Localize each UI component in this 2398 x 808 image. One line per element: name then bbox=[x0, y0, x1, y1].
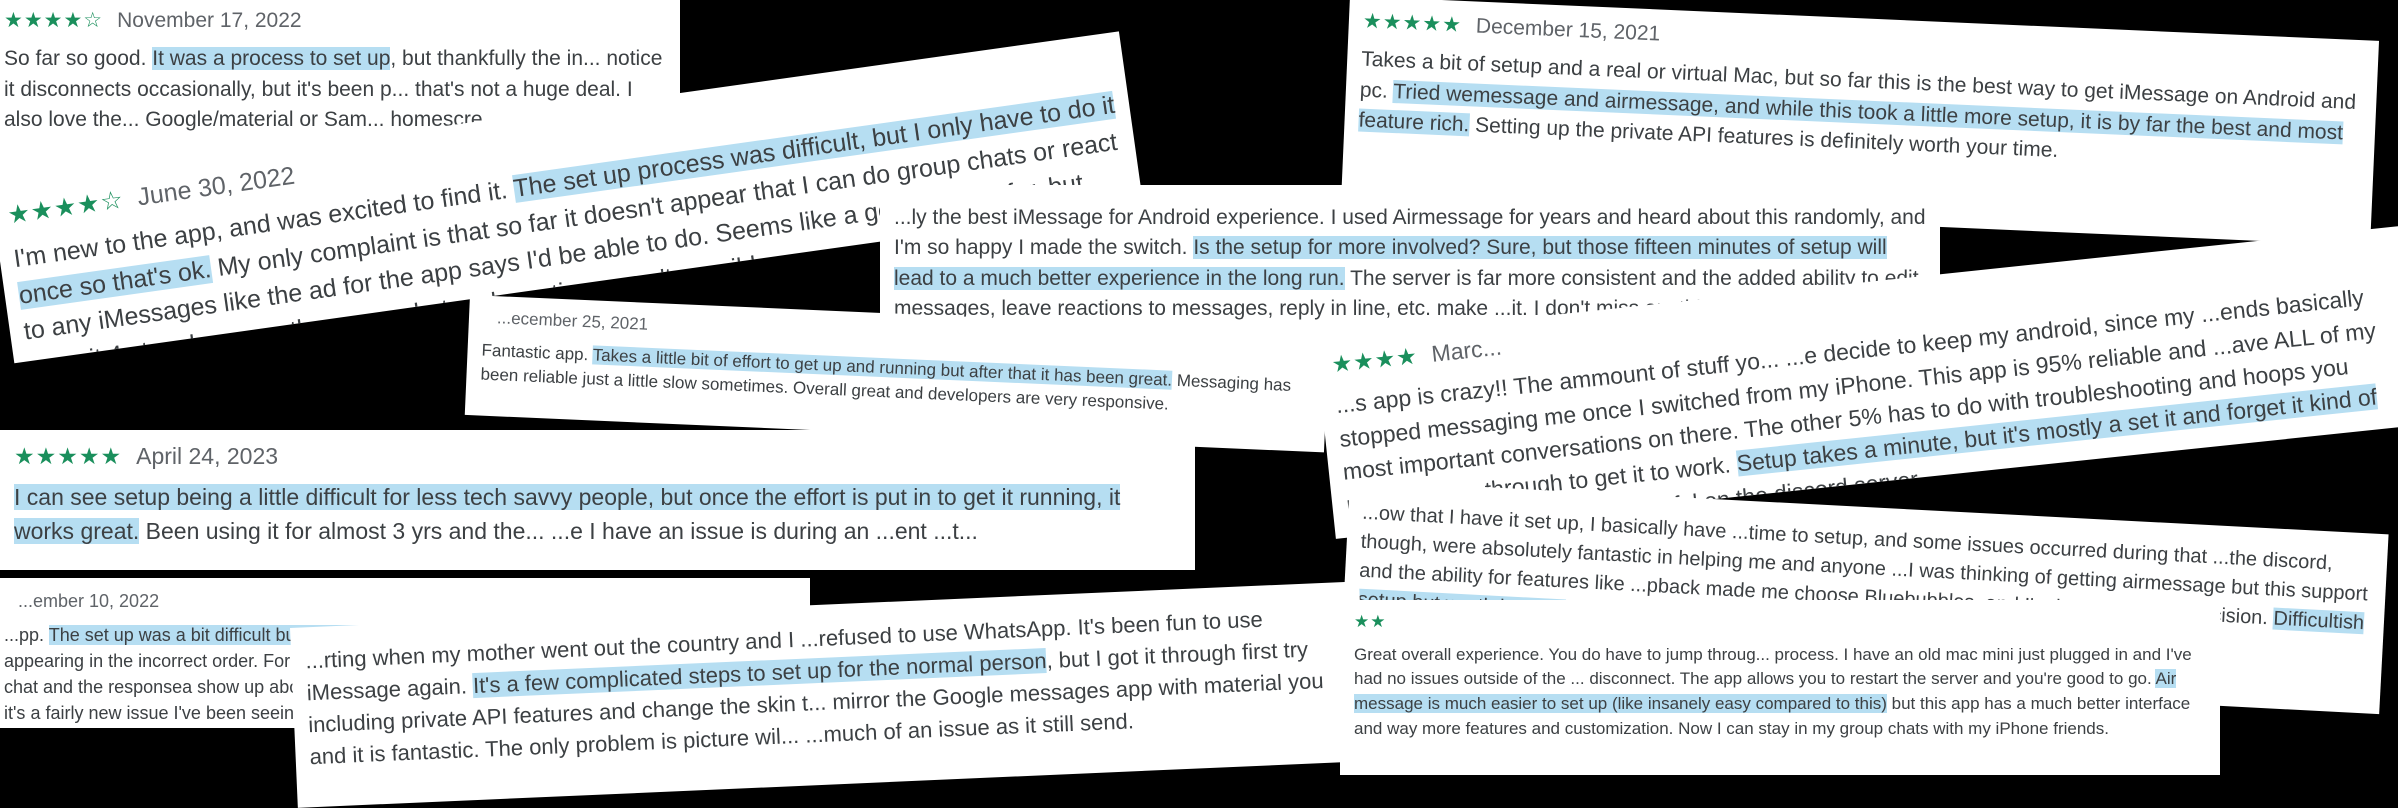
highlight: It was a process to set up bbox=[152, 47, 391, 71]
star-rating: ★★★★☆ bbox=[5, 185, 126, 230]
review-date: December 15, 2021 bbox=[1475, 14, 1661, 46]
star-rating: ★★ bbox=[1354, 612, 1387, 631]
review-date: November 17, 2022 bbox=[117, 9, 302, 32]
review-date: ...ember 10, 2022 bbox=[18, 591, 160, 611]
review-date: April 24, 2023 bbox=[136, 443, 279, 469]
review-card: ★★★★★ April 24, 2023 I can see setup bein… bbox=[0, 430, 1195, 570]
review-card: ★★ Great overall experience. You do have… bbox=[1340, 600, 2220, 775]
star-rating: ★★★★★ bbox=[14, 443, 123, 469]
review-date: Marc... bbox=[1430, 333, 1503, 367]
star-rating: ★★★★ bbox=[1330, 342, 1420, 378]
review-text: ...rting when my mother went out the cou… bbox=[304, 606, 1325, 769]
review-text: I can see setup being a little difficult… bbox=[14, 484, 1121, 544]
star-rating: ★★★★★ bbox=[1362, 9, 1463, 37]
review-text: Great overall experience. You do have to… bbox=[1354, 644, 2192, 738]
star-rating: ★★★★☆ bbox=[4, 9, 104, 32]
review-date: ...ecember 25, 2021 bbox=[496, 308, 649, 334]
